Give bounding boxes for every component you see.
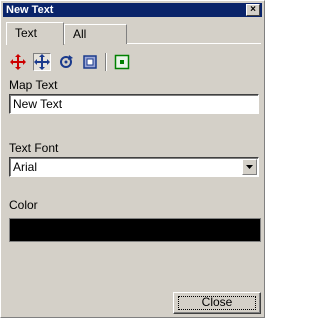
move-icon [10, 54, 26, 70]
text-font-select[interactable]: Arial [9, 157, 259, 177]
map-text-value: New Text [13, 97, 63, 111]
map-text-input[interactable]: New Text [9, 94, 259, 114]
pan-icon [34, 54, 50, 70]
frame-tool-button[interactable] [113, 53, 131, 71]
scale-tool-button[interactable] [81, 53, 99, 71]
tab-text[interactable]: Text [6, 22, 64, 45]
color-label: Color [9, 198, 38, 212]
scale-icon [83, 55, 97, 69]
color-swatch[interactable] [9, 218, 261, 242]
new-text-dialog: New Text × Text All Map Text New Text Te… [0, 0, 265, 318]
pan-tool-button[interactable] [33, 53, 51, 71]
frame-icon [114, 54, 130, 70]
rotate-icon [60, 55, 73, 68]
text-font-value: Arial [13, 160, 38, 174]
window-title: New Text [6, 4, 54, 16]
rotate-tool-button[interactable] [57, 53, 75, 71]
dropdown-button[interactable] [242, 159, 257, 175]
close-button-label: Close [201, 295, 233, 309]
tab-strip: Text All [6, 22, 261, 45]
move-tool-button[interactable] [9, 53, 27, 71]
toolbar-separator [105, 53, 107, 71]
chevron-down-icon [246, 165, 253, 169]
close-button[interactable]: Close [173, 292, 261, 314]
title-bar[interactable]: New Text × [3, 3, 262, 17]
close-window-button[interactable]: × [246, 4, 260, 16]
toolbar [9, 51, 137, 73]
text-font-label: Text Font [9, 141, 59, 155]
tab-all[interactable]: All [64, 24, 127, 44]
map-text-label: Map Text [9, 78, 58, 92]
